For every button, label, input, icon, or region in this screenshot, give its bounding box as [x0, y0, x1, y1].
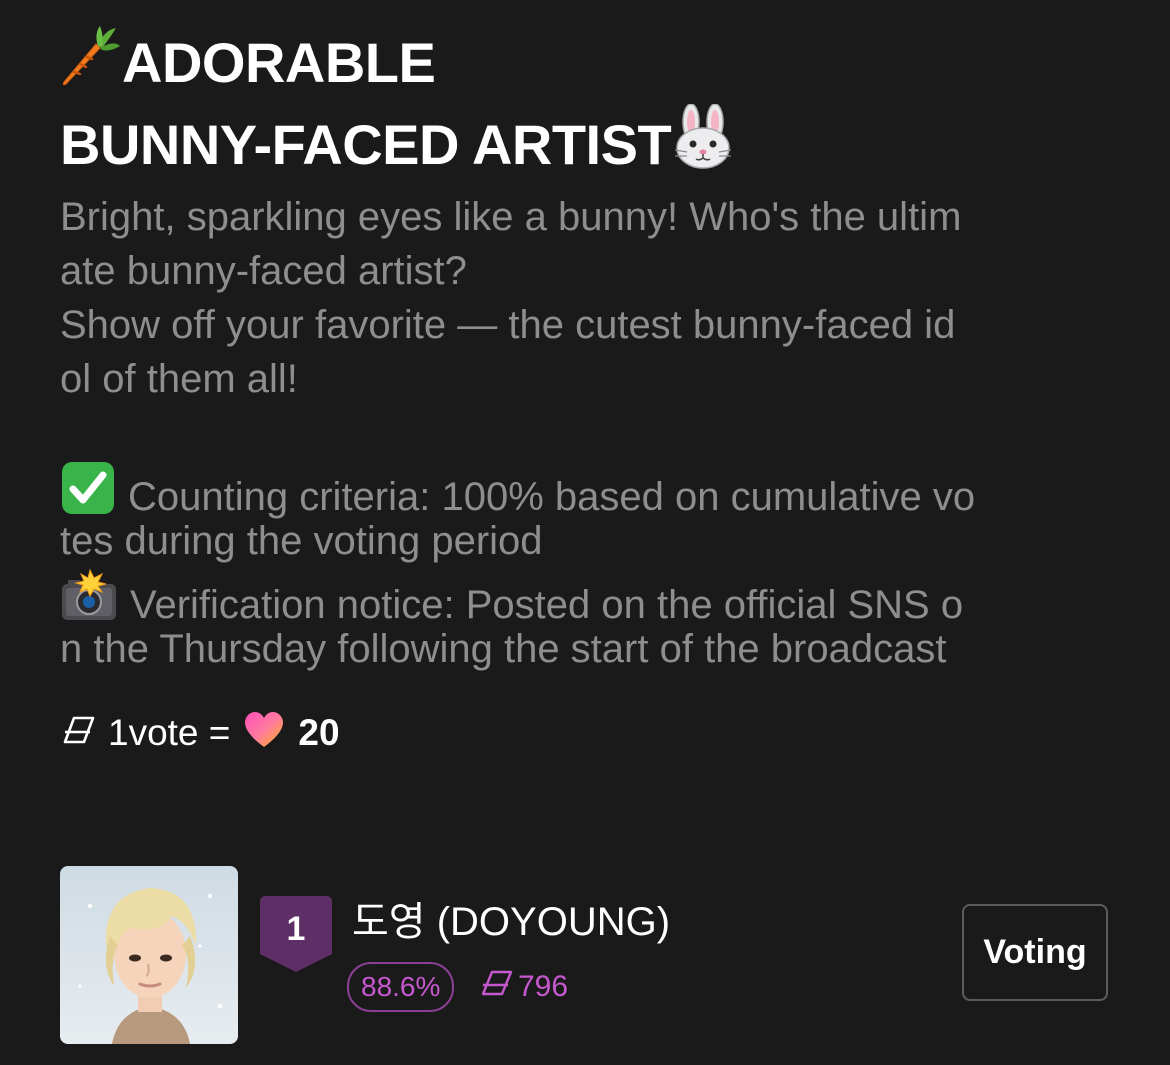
title-text-2: BUNNY-FACED ARTIST	[60, 113, 672, 176]
title-line-1: ADORABLE	[60, 26, 1120, 104]
description-line: ate bunny-faced artist?	[60, 249, 467, 293]
verification-notice: Verification notice: Posted on the offic…	[60, 568, 1120, 627]
rank-number: 1	[286, 910, 306, 948]
verification-notice-text: Verification notice: Posted on the offic…	[130, 583, 964, 627]
title-text-1: ADORABLE	[122, 31, 436, 94]
voting-button[interactable]: Voting	[962, 904, 1108, 1001]
ticket-icon	[62, 712, 96, 754]
description-line: Bright, sparkling eyes like a bunny! Who…	[60, 195, 962, 239]
candidate-row: 1 도영 (DOYOUNG) 88.6% 796 Voting	[60, 866, 1112, 1044]
vote-count: 796	[480, 964, 568, 1010]
candidate-photo	[60, 866, 238, 1044]
vote-percent-badge: 88.6%	[347, 962, 455, 1012]
description: Bright, sparkling eyes like a bunny! Who…	[60, 190, 1120, 676]
counting-criteria: Counting criteria: 100% based on cumulat…	[60, 460, 1120, 519]
vote-count-value: 796	[518, 970, 569, 1003]
vote-rate-label: 1vote =	[108, 712, 231, 753]
counting-criteria-text: Counting criteria: 100% based on cumulat…	[128, 475, 976, 519]
description-line: tes during the voting period	[60, 519, 543, 563]
description-spacer	[60, 406, 1120, 460]
title-line-2: BUNNY-FACED ARTIST	[60, 103, 1120, 186]
ticket-icon	[480, 969, 514, 1005]
description-line: n the Thursday following the start of th…	[60, 627, 947, 671]
rank-badge: 1	[260, 896, 332, 972]
heart-icon	[242, 709, 286, 758]
vote-rate-amount: 20	[298, 712, 340, 753]
vote-rate: 1vote = 20	[62, 708, 340, 758]
candidate-name: 도영 (DOYOUNG)	[352, 900, 671, 944]
rabbit-face-icon	[671, 103, 735, 186]
description-line: ol of them all!	[60, 357, 298, 401]
carrot-icon	[60, 26, 122, 104]
description-line: Show off your favorite — the cutest bunn…	[60, 303, 956, 347]
page-title: ADORABLE BUNNY-FACED ARTIST	[60, 26, 1120, 186]
